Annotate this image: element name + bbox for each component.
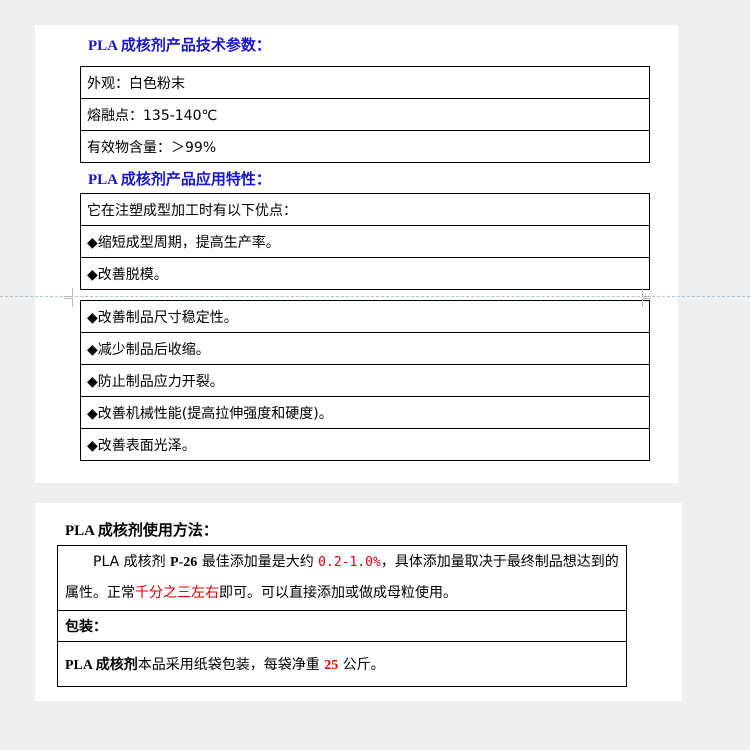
feature-row: ◆缩短成型周期，提高生产率。 — [80, 225, 650, 258]
feature-row: ◆改善表面光泽。 — [80, 428, 650, 461]
spec-row: 有效物含量：＞99% — [80, 130, 650, 163]
page-corner-mark — [642, 298, 651, 307]
packaging-product: PLA 成核剂 — [65, 658, 138, 673]
table-row: ◆防止制品应力开裂。 — [80, 364, 650, 397]
spec-row: 熔融点：135-140℃ — [80, 98, 650, 131]
packaging-label: 包装： — [65, 620, 107, 635]
usage-text: PLA 成核剂 — [93, 554, 171, 570]
usage-text: 最佳添加量是大约 — [197, 554, 319, 570]
packaging-weight: 25 — [324, 658, 339, 673]
document-page-2: PLA 成核剂使用方法： PLA 成核剂 P-26 最佳添加量是大约 0.2-1… — [35, 503, 682, 701]
dosage-range: 0.2-1.0% — [318, 555, 381, 570]
spec-table: 外观：白色粉末 熔融点：135-140℃ 有效物含量：＞99% — [80, 66, 650, 163]
feature-row: ◆改善制品尺寸稳定性。 — [80, 300, 650, 333]
dosage-note: 千分之三左右 — [135, 585, 219, 601]
table-row: 包装： — [57, 610, 627, 642]
table-row: 外观：白色粉末 — [80, 66, 650, 99]
features-table-part1: 它在注塑成型加工时有以下优点： ◆缩短成型周期，提高生产率。 ◆改善脱模。 — [80, 193, 650, 290]
usage-table: PLA 成核剂 P-26 最佳添加量是大约 0.2-1.0%，具体添加量取决于最… — [57, 545, 627, 687]
packaging-label-cell: 包装： — [57, 610, 627, 642]
product-code: P-26 — [170, 555, 198, 570]
features-table-part2: ◆改善制品尺寸稳定性。 ◆减少制品后收缩。 ◆防止制品应力开裂。 ◆改善机械性能… — [80, 300, 650, 461]
feature-row: ◆减少制品后收缩。 — [80, 332, 650, 365]
page-corner-mark — [642, 288, 651, 297]
table-row: 它在注塑成型加工时有以下优点： — [80, 193, 650, 226]
table-row: PLA 成核剂 P-26 最佳添加量是大约 0.2-1.0%，具体添加量取决于最… — [57, 545, 627, 611]
packaging-text: 公斤。 — [338, 657, 385, 673]
page-corner-mark — [64, 298, 73, 307]
spec-row: 外观：白色粉末 — [80, 66, 650, 99]
table-row: ◆减少制品后收缩。 — [80, 332, 650, 365]
features-heading: PLA 成核剂产品应用特性： — [88, 172, 271, 188]
packaging-text: 本品采用纸袋包装，每袋净重 — [137, 657, 325, 673]
table-row: 熔融点：135-140℃ — [80, 98, 650, 131]
table-row: ◆改善表面光泽。 — [80, 428, 650, 461]
spec-heading: PLA 成核剂产品技术参数： — [88, 38, 271, 54]
feature-row: ◆改善机械性能(提高拉伸强度和硬度)。 — [80, 396, 650, 429]
table-row: ◆改善脱模。 — [80, 257, 650, 290]
table-row: PLA 成核剂本品采用纸袋包装，每袋净重 25 公斤。 — [57, 641, 627, 687]
usage-paragraph: PLA 成核剂 P-26 最佳添加量是大约 0.2-1.0%，具体添加量取决于最… — [57, 545, 627, 611]
table-row: ◆改善制品尺寸稳定性。 — [80, 300, 650, 333]
table-row: ◆缩短成型周期，提高生产率。 — [80, 225, 650, 258]
feature-row: 它在注塑成型加工时有以下优点： — [80, 193, 650, 226]
table-row: ◆改善机械性能(提高拉伸强度和硬度)。 — [80, 396, 650, 429]
packaging-cell: PLA 成核剂本品采用纸袋包装，每袋净重 25 公斤。 — [57, 641, 627, 687]
table-row: 有效物含量：＞99% — [80, 130, 650, 163]
feature-row: ◆防止制品应力开裂。 — [80, 364, 650, 397]
usage-heading: PLA 成核剂使用方法： — [65, 523, 218, 539]
feature-row: ◆改善脱模。 — [80, 257, 650, 290]
document-page-1: PLA 成核剂产品技术参数： 外观：白色粉末 熔融点：135-140℃ 有效物含… — [35, 25, 678, 483]
page-break-divider — [0, 296, 750, 298]
usage-text: 即可。可以直接添加或做成母粒使用。 — [219, 585, 457, 601]
page-corner-mark — [64, 288, 73, 297]
